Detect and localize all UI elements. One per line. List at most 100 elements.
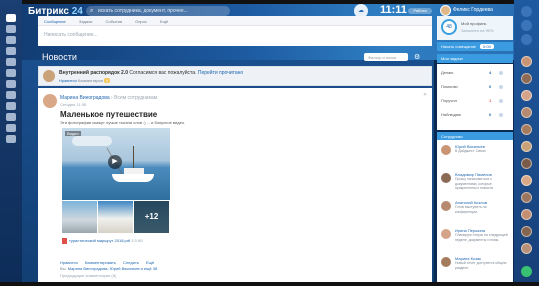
chat-icon[interactable] [6, 47, 16, 55]
close-icon[interactable]: ✕ [423, 92, 427, 98]
attachment-name[interactable]: туристический маршрут 2018.pdf [69, 238, 130, 243]
feed-post: Марина Виноградова › Всем сотрудникам Се… [38, 88, 432, 284]
employee-item[interactable]: Анатолий Козлов Готов выступить на конфер… [437, 198, 513, 224]
menu-icon[interactable] [6, 14, 16, 22]
contact-avatar[interactable] [521, 90, 532, 101]
task-row[interactable]: Помогаю 0 [441, 84, 509, 89]
gear-icon[interactable]: ⚙ [414, 53, 420, 61]
photo-thumbnail[interactable]: +12 [134, 201, 169, 233]
video-thumbnail[interactable]: ▶ Видео [62, 128, 170, 200]
contact-avatar[interactable] [521, 243, 532, 254]
post-author[interactable]: Марина Виноградова [60, 95, 110, 101]
crm-icon[interactable] [6, 102, 16, 110]
task-row[interactable]: Поручил 1 [441, 98, 509, 103]
task-count: 4 [489, 70, 492, 75]
pinned-comments-link[interactable]: Комментарии [78, 78, 103, 83]
composer-tabs: Сообщение Задачи События Опрос Ещё [38, 16, 432, 26]
pinned-meta: Нравится Комментарии 4 [59, 78, 111, 83]
drive-icon[interactable] [6, 69, 16, 77]
profile-title[interactable]: Мой профиль [461, 21, 487, 26]
like-button[interactable]: Нравится [60, 260, 78, 265]
work-status-button[interactable]: Работа [408, 8, 432, 14]
post-recipients[interactable]: Всем сотрудникам [114, 95, 157, 101]
tasks-icon[interactable] [6, 36, 16, 44]
message-input[interactable]: Написать сообщение... [38, 26, 432, 38]
tab-message[interactable]: Сообщение [44, 19, 66, 24]
boat-hull [112, 174, 154, 182]
profile-card[interactable]: 48 Мой профиль Заполнен на 90% [437, 16, 513, 40]
meeting-timer: 0:00 [480, 44, 494, 49]
task-indicator [499, 71, 503, 75]
tab-events[interactable]: События [105, 19, 122, 24]
user-avatar[interactable] [440, 5, 451, 16]
notifications-icon[interactable] [521, 6, 532, 17]
contact-avatar[interactable] [521, 107, 532, 118]
photo-thumbnails: +12 [62, 201, 170, 233]
mail-icon[interactable] [6, 80, 16, 88]
more-button[interactable]: Ещё [146, 260, 154, 265]
contact-avatar[interactable] [521, 158, 532, 169]
pinned-like-link[interactable]: Нравится [59, 78, 77, 83]
tab-more[interactable]: Ещё [160, 19, 168, 24]
previous-comments-link[interactable]: Предыдущие комментарии (8) [60, 273, 116, 278]
play-icon[interactable]: ▶ [108, 155, 122, 169]
task-label: Делаю [441, 70, 454, 75]
tasks-header[interactable]: Мои задачи [437, 54, 513, 63]
phone-icon[interactable] [521, 266, 532, 277]
post-composer: Сообщение Задачи События Опрос Ещё Напис… [38, 16, 432, 46]
employee-item[interactable]: Юрий Васильев В Дайджест, Связи [437, 142, 513, 168]
contact-avatar[interactable] [521, 124, 532, 135]
tab-tasks[interactable]: Задачи [79, 19, 92, 24]
task-indicator [499, 113, 503, 117]
contact-avatar[interactable] [521, 175, 532, 186]
likers-list[interactable]: Марина Виноградова, Юрий Васильев и ещё … [68, 266, 157, 271]
company-icon[interactable] [6, 124, 16, 132]
global-search-input[interactable]: ⌕ искать сотрудника, документ, прочее... [86, 6, 230, 16]
feed-filter-input[interactable]: Фильтр и поиск [364, 53, 408, 61]
photo-thumbnail[interactable] [62, 201, 97, 233]
contact-avatar[interactable] [521, 141, 532, 152]
likers-prefix: Вы, [60, 266, 67, 271]
contact-avatar[interactable] [521, 192, 532, 203]
tab-poll[interactable]: Опрос [135, 19, 147, 24]
task-row[interactable]: Делаю 4 [441, 70, 509, 75]
avatar[interactable] [43, 94, 57, 108]
contact-avatar[interactable] [521, 73, 532, 84]
avatar [441, 257, 451, 267]
feed-icon[interactable] [6, 25, 16, 33]
employee-item[interactable]: Владимир Пименов Прошу ознакомиться с док… [437, 170, 513, 196]
contact-avatar[interactable] [521, 209, 532, 220]
profile-progress-ring: 48 [441, 19, 457, 35]
search-icon[interactable] [521, 20, 532, 31]
task-row[interactable]: Наблюдаю 0 [441, 112, 509, 117]
pinned-announcement[interactable]: Внутренний распорядок 2.0 Согласимся вас… [38, 66, 432, 86]
photo-thumbnail[interactable] [98, 201, 133, 233]
clock[interactable]: 11:11 [380, 4, 407, 16]
meeting-bar[interactable]: Начать совещание 0:00 [437, 42, 513, 51]
calendar-icon[interactable] [6, 58, 16, 66]
comment-button[interactable]: Комментировать [85, 260, 116, 265]
more-photos-count[interactable]: +12 [134, 201, 169, 233]
profile-subtitle: Заполнен на 90% [461, 28, 494, 33]
follow-button[interactable]: Следить [123, 260, 139, 265]
employee-item[interactable]: Ирина Першина Планирую отпуск на следующе… [437, 226, 513, 252]
contact-avatar[interactable] [521, 56, 532, 67]
pinned-message: Согласимся вас пожалуйста. [129, 70, 197, 76]
contact-avatar[interactable] [521, 226, 532, 237]
employee-item[interactable]: Марина Козак Новый отчёт доступен в общем… [437, 254, 513, 280]
video-badge: Видео [65, 131, 81, 136]
settings-icon[interactable] [6, 135, 16, 143]
search-placeholder: искать сотрудника, документ, прочее... [98, 8, 188, 14]
task-label: Наблюдаю [441, 112, 462, 117]
pinned-link[interactable]: Перейти прочитано [198, 70, 243, 76]
user-name[interactable]: Феликс Гордеева [453, 7, 493, 13]
attachment[interactable]: туристический маршрут 2018.pdf 3.5 КБ [62, 238, 143, 244]
employees-card: Юрий Васильев В Дайджест, Связи Владимир … [437, 140, 513, 282]
avatar [441, 201, 451, 211]
employee-text: Планирую отпуск на следующей неделе, док… [455, 233, 508, 242]
sites-icon[interactable] [6, 113, 16, 121]
groups-icon[interactable] [6, 91, 16, 99]
sky-cloud [72, 136, 112, 146]
settings-icon[interactable] [521, 34, 532, 45]
post-date: Сегодня 11:08 [60, 102, 87, 107]
